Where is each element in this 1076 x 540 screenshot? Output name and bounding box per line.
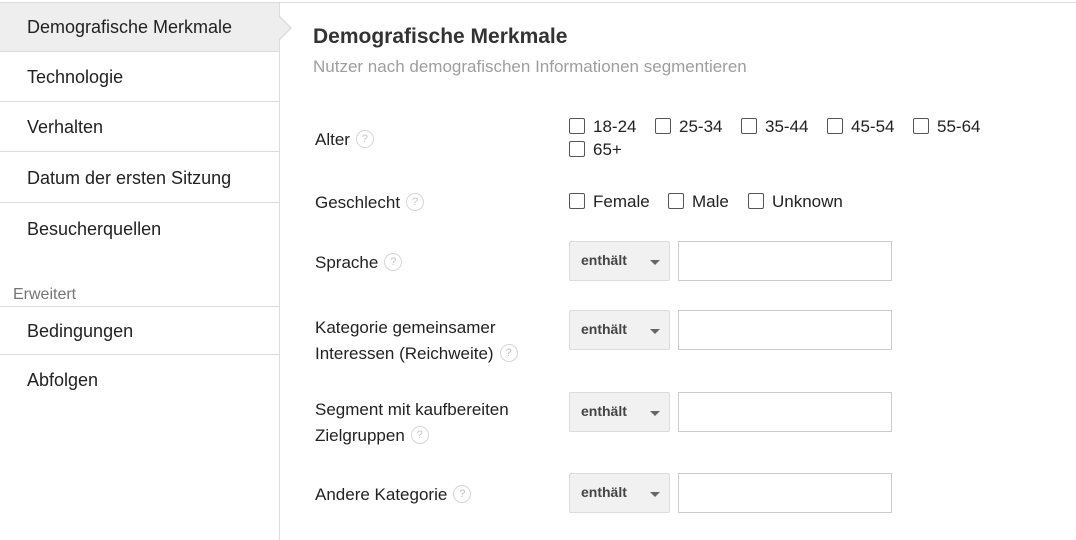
- help-icon[interactable]: ?: [410, 425, 429, 444]
- help-icon[interactable]: ?: [499, 343, 518, 362]
- other-category-label-text: Andere Kategorie: [315, 485, 448, 504]
- age-checkbox-35-44[interactable]: 35-44: [741, 117, 808, 137]
- gender-option-label: Unknown: [772, 192, 843, 211]
- dropdown-value: enthält: [581, 252, 627, 268]
- sidebar-item-bedingungen[interactable]: Bedingungen: [0, 306, 279, 355]
- age-option-label: 65+: [593, 140, 622, 159]
- affinity-input[interactable]: [678, 310, 892, 350]
- gender-checkbox-male[interactable]: Male: [668, 192, 729, 212]
- other-category-operator-dropdown[interactable]: enthält: [569, 473, 670, 513]
- dropdown-value: enthält: [581, 403, 627, 419]
- page-subtitle: Nutzer nach demografischen Informationen…: [313, 57, 747, 76]
- sidebar-item-technologie[interactable]: Technologie: [0, 53, 279, 102]
- caret-down-icon: [650, 329, 660, 334]
- affinity-operator-dropdown[interactable]: enthält: [569, 310, 670, 350]
- age-option-label: 45-54: [851, 117, 895, 136]
- page-title: Demografische Merkmale: [313, 25, 568, 48]
- language-operator-dropdown[interactable]: enthält: [569, 241, 670, 281]
- affinity-label: Kategorie gemeinsamer Interessen (Reichw…: [315, 315, 518, 367]
- gender-option-label: Male: [692, 192, 729, 211]
- checkbox-icon[interactable]: [668, 192, 684, 209]
- in-market-input[interactable]: [678, 392, 892, 432]
- dropdown-value: enthält: [581, 321, 627, 337]
- checkbox-icon[interactable]: [655, 117, 671, 134]
- affinity-label-line1: Kategorie gemeinsamer: [315, 318, 496, 337]
- sidebar-item-abfolgen[interactable]: Abfolgen: [0, 356, 279, 405]
- other-category-input[interactable]: [678, 473, 892, 513]
- dropdown-value: enthält: [581, 484, 627, 500]
- gender-label: Geschlecht?: [315, 190, 425, 216]
- age-option-label: 35-44: [765, 117, 809, 136]
- help-icon[interactable]: ?: [453, 484, 472, 503]
- in-market-label-line1: Segment mit kaufbereiten: [315, 400, 509, 419]
- age-label-text: Alter: [315, 130, 350, 149]
- checkbox-icon[interactable]: [827, 117, 843, 134]
- checkbox-icon[interactable]: [569, 117, 585, 134]
- checkbox-icon[interactable]: [569, 192, 585, 209]
- caret-down-icon: [650, 411, 660, 416]
- checkbox-icon[interactable]: [741, 117, 757, 134]
- age-checkbox-45-54[interactable]: 45-54: [827, 117, 894, 137]
- age-checkbox-65-plus[interactable]: 65+: [569, 140, 622, 160]
- caret-down-icon: [650, 492, 660, 497]
- sidebar-section-erweitert: Erweitert: [13, 286, 77, 303]
- gender-label-text: Geschlecht: [315, 193, 401, 212]
- other-category-label: Andere Kategorie?: [315, 482, 472, 508]
- sidebar-item-besucherquellen[interactable]: Besucherquellen: [0, 205, 279, 254]
- gender-checkbox-unknown[interactable]: Unknown: [748, 192, 843, 212]
- gender-checkbox-female[interactable]: Female: [569, 192, 650, 212]
- age-checkbox-18-24[interactable]: 18-24: [569, 117, 636, 137]
- language-input[interactable]: [678, 241, 892, 281]
- age-option-label: 18-24: [593, 117, 637, 136]
- help-icon[interactable]: ?: [384, 252, 403, 271]
- checkbox-icon[interactable]: [748, 192, 764, 209]
- checkbox-icon[interactable]: [913, 117, 929, 134]
- checkbox-icon[interactable]: [569, 140, 585, 157]
- gender-option-label: Female: [593, 192, 650, 211]
- help-icon[interactable]: ?: [406, 192, 425, 211]
- in-market-label-line2: Zielgruppen: [315, 426, 405, 445]
- age-checkbox-55-64[interactable]: 55-64: [913, 117, 980, 137]
- language-label-text: Sprache: [315, 253, 379, 272]
- affinity-label-line2: Interessen (Reichweite): [315, 344, 494, 363]
- age-option-label: 55-64: [937, 117, 981, 136]
- sidebar-item-demografische-merkmale[interactable]: Demografische Merkmale: [0, 3, 279, 52]
- age-label: Alter?: [315, 127, 374, 153]
- caret-down-icon: [650, 260, 660, 265]
- sidebar-item-verhalten[interactable]: Verhalten: [0, 103, 279, 152]
- help-icon[interactable]: ?: [355, 129, 374, 148]
- segment-sidebar: Demografische Merkmale Technologie Verha…: [0, 3, 292, 540]
- language-label: Sprache?: [315, 250, 403, 276]
- in-market-label: Segment mit kaufbereiten Zielgruppen?: [315, 397, 509, 449]
- in-market-operator-dropdown[interactable]: enthält: [569, 392, 670, 432]
- age-option-label: 25-34: [679, 117, 723, 136]
- age-checkbox-25-34[interactable]: 25-34: [655, 117, 722, 137]
- sidebar-item-datum-erste-sitzung[interactable]: Datum der ersten Sitzung: [0, 154, 279, 203]
